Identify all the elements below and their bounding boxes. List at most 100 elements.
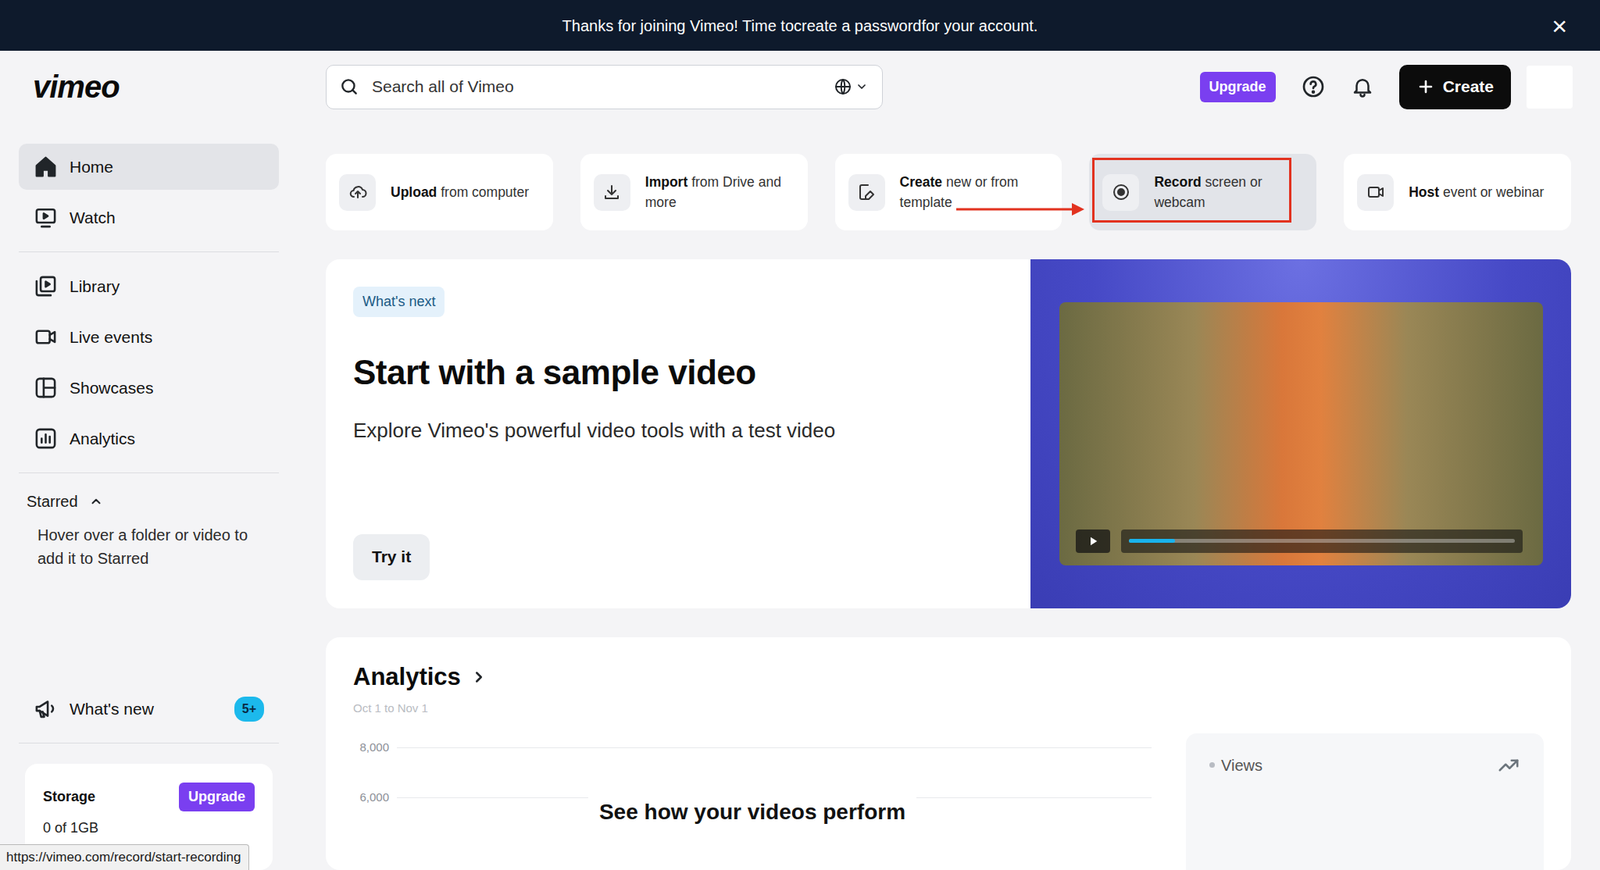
search-scope-selector[interactable]: [833, 77, 868, 97]
progress-track[interactable]: [1121, 529, 1523, 554]
edit-document-icon: [857, 182, 876, 202]
hero-title: Start with a sample video: [353, 346, 1004, 399]
whats-new-item[interactable]: What's new 5+: [18, 685, 279, 733]
chevron-up-icon: [89, 494, 104, 509]
action-icon-box: [848, 174, 886, 211]
download-icon: [602, 182, 622, 202]
action-icon-box: [339, 174, 376, 211]
action-title: Upload: [390, 184, 437, 200]
sidebar-item[interactable]: Watch: [18, 194, 279, 241]
sample-video-card: What's next Start with a sample video Expl…: [325, 259, 1572, 609]
megaphone-icon: [33, 696, 58, 722]
create-label: Create: [1442, 74, 1494, 100]
chevron-right-icon: [470, 668, 488, 686]
sidebar-divider: [18, 742, 279, 744]
sidebar-item[interactable]: Library: [18, 263, 279, 310]
action-text: Recordscreen or webcam: [1153, 171, 1308, 213]
analytics-chart: 8,0006,000See how your videos perform: [353, 717, 1152, 848]
header-actions: Upgrade Create: [1200, 64, 1573, 110]
action-title: Import: [645, 174, 688, 190]
sample-video-panel: [1030, 259, 1572, 609]
legend-dot: [1209, 762, 1215, 768]
action-text: Uploadfrom computer: [390, 182, 529, 203]
plus-icon: [1416, 77, 1436, 97]
gridline: [396, 747, 1152, 749]
record-icon: [1111, 182, 1131, 202]
action-card[interactable]: Createnew or from template: [835, 153, 1063, 231]
banner-text-end: for your account.: [921, 14, 1038, 38]
starred-toggle[interactable]: Starred: [18, 484, 279, 519]
pointer-arrow: [956, 199, 1086, 218]
avatar-button[interactable]: [1526, 65, 1573, 109]
action-icon-box: [1357, 174, 1394, 211]
search-box[interactable]: [325, 64, 883, 110]
whats-next-tag: What's next: [353, 286, 445, 318]
sidebar-divider: [18, 251, 279, 253]
sidebar-divider: [18, 472, 279, 474]
video-camera-icon: [1366, 182, 1386, 202]
views-text: Views: [1221, 753, 1263, 778]
storage-upgrade-button[interactable]: Upgrade: [178, 782, 255, 812]
action-title: Host: [1408, 184, 1440, 200]
upgrade-button[interactable]: Upgrade: [1200, 71, 1276, 103]
play-icon: [1085, 534, 1100, 549]
search-input[interactable]: [370, 73, 823, 100]
sidebar-item-label: Showcases: [69, 375, 154, 401]
analytics-body: 8,0006,000See how your videos perform Vie…: [353, 717, 1544, 870]
help-icon: [1300, 74, 1326, 100]
hero-subtitle: Explore Vimeo's powerful video tools wit…: [353, 415, 1004, 447]
main-content: Uploadfrom computer Importfrom Drive and …: [325, 122, 1572, 870]
browser-status-url: https://vimeo.com/record/start-recording: [0, 844, 250, 870]
analytics-card: Analytics Oct 1 to Nov 18,0006,000See how…: [325, 637, 1572, 870]
action-title: Record: [1153, 174, 1201, 190]
banner-text: Thanks for joining Vimeo! Time to: [562, 14, 794, 38]
page-body: Home Watch Library Live events Showcases Anal…: [0, 122, 1600, 870]
play-button[interactable]: [1075, 529, 1111, 554]
sample-video-info: What's next Start with a sample video Expl…: [325, 259, 1031, 609]
sidebar-item[interactable]: Analytics: [18, 415, 279, 462]
create-password-link[interactable]: create a password: [793, 14, 922, 38]
library-icon: [33, 274, 58, 299]
top-header: vimeo Upgrade Create: [0, 50, 1600, 123]
whats-new-badge: 5+: [234, 696, 265, 722]
action-text: Hostevent or webinar: [1408, 182, 1544, 203]
logo-area: vimeo: [32, 63, 326, 111]
sidebar-item[interactable]: Showcases: [18, 364, 279, 411]
bell-icon: [1350, 75, 1375, 99]
globe-icon: [833, 77, 853, 97]
action-description: event or webinar: [1442, 184, 1544, 200]
help-button[interactable]: [1300, 74, 1326, 100]
sidebar-item-label: Live events: [69, 325, 153, 350]
analytics-link[interactable]: Analytics: [353, 659, 1544, 697]
upload-cloud-icon: [348, 182, 368, 202]
close-banner-button[interactable]: ×: [1548, 12, 1571, 40]
views-label: Views: [1209, 753, 1263, 778]
search-icon: [339, 76, 360, 97]
sidebar: Home Watch Library Live events Showcases Anal…: [18, 122, 279, 870]
create-button[interactable]: Create: [1399, 64, 1511, 110]
action-card[interactable]: Importfrom Drive and more: [580, 153, 808, 231]
video-thumbnail[interactable]: [1059, 302, 1543, 566]
whats-new-label: What's new: [69, 696, 154, 722]
action-description: from computer: [440, 184, 529, 200]
watch-icon: [33, 205, 58, 230]
sidebar-item-label: Library: [69, 274, 120, 300]
try-it-button[interactable]: Try it: [353, 534, 430, 581]
signup-banner: Thanks for joining Vimeo! Time to create…: [0, 0, 1600, 51]
action-card[interactable]: Hostevent or webinar: [1343, 153, 1572, 231]
quick-actions: Uploadfrom computer Importfrom Drive and …: [325, 153, 1572, 231]
sidebar-item[interactable]: Live events: [18, 314, 279, 361]
action-icon-box: [593, 174, 631, 211]
action-card[interactable]: Recordscreen or webcam: [1089, 153, 1317, 231]
action-icon-box: [1102, 174, 1140, 211]
action-text: Importfrom Drive and more: [645, 171, 799, 213]
vimeo-logo[interactable]: vimeo: [32, 69, 120, 104]
chevron-down-icon: [855, 80, 868, 93]
date-range: Oct 1 to Nov 1: [353, 700, 1544, 718]
analytics-title: Analytics: [353, 659, 461, 697]
notifications-button[interactable]: [1350, 75, 1375, 99]
sidebar-item-label: Home: [69, 154, 114, 180]
action-card[interactable]: Uploadfrom computer: [325, 153, 554, 231]
sidebar-item[interactable]: Home: [18, 143, 279, 190]
y-axis-tick: 8,000: [353, 741, 390, 754]
